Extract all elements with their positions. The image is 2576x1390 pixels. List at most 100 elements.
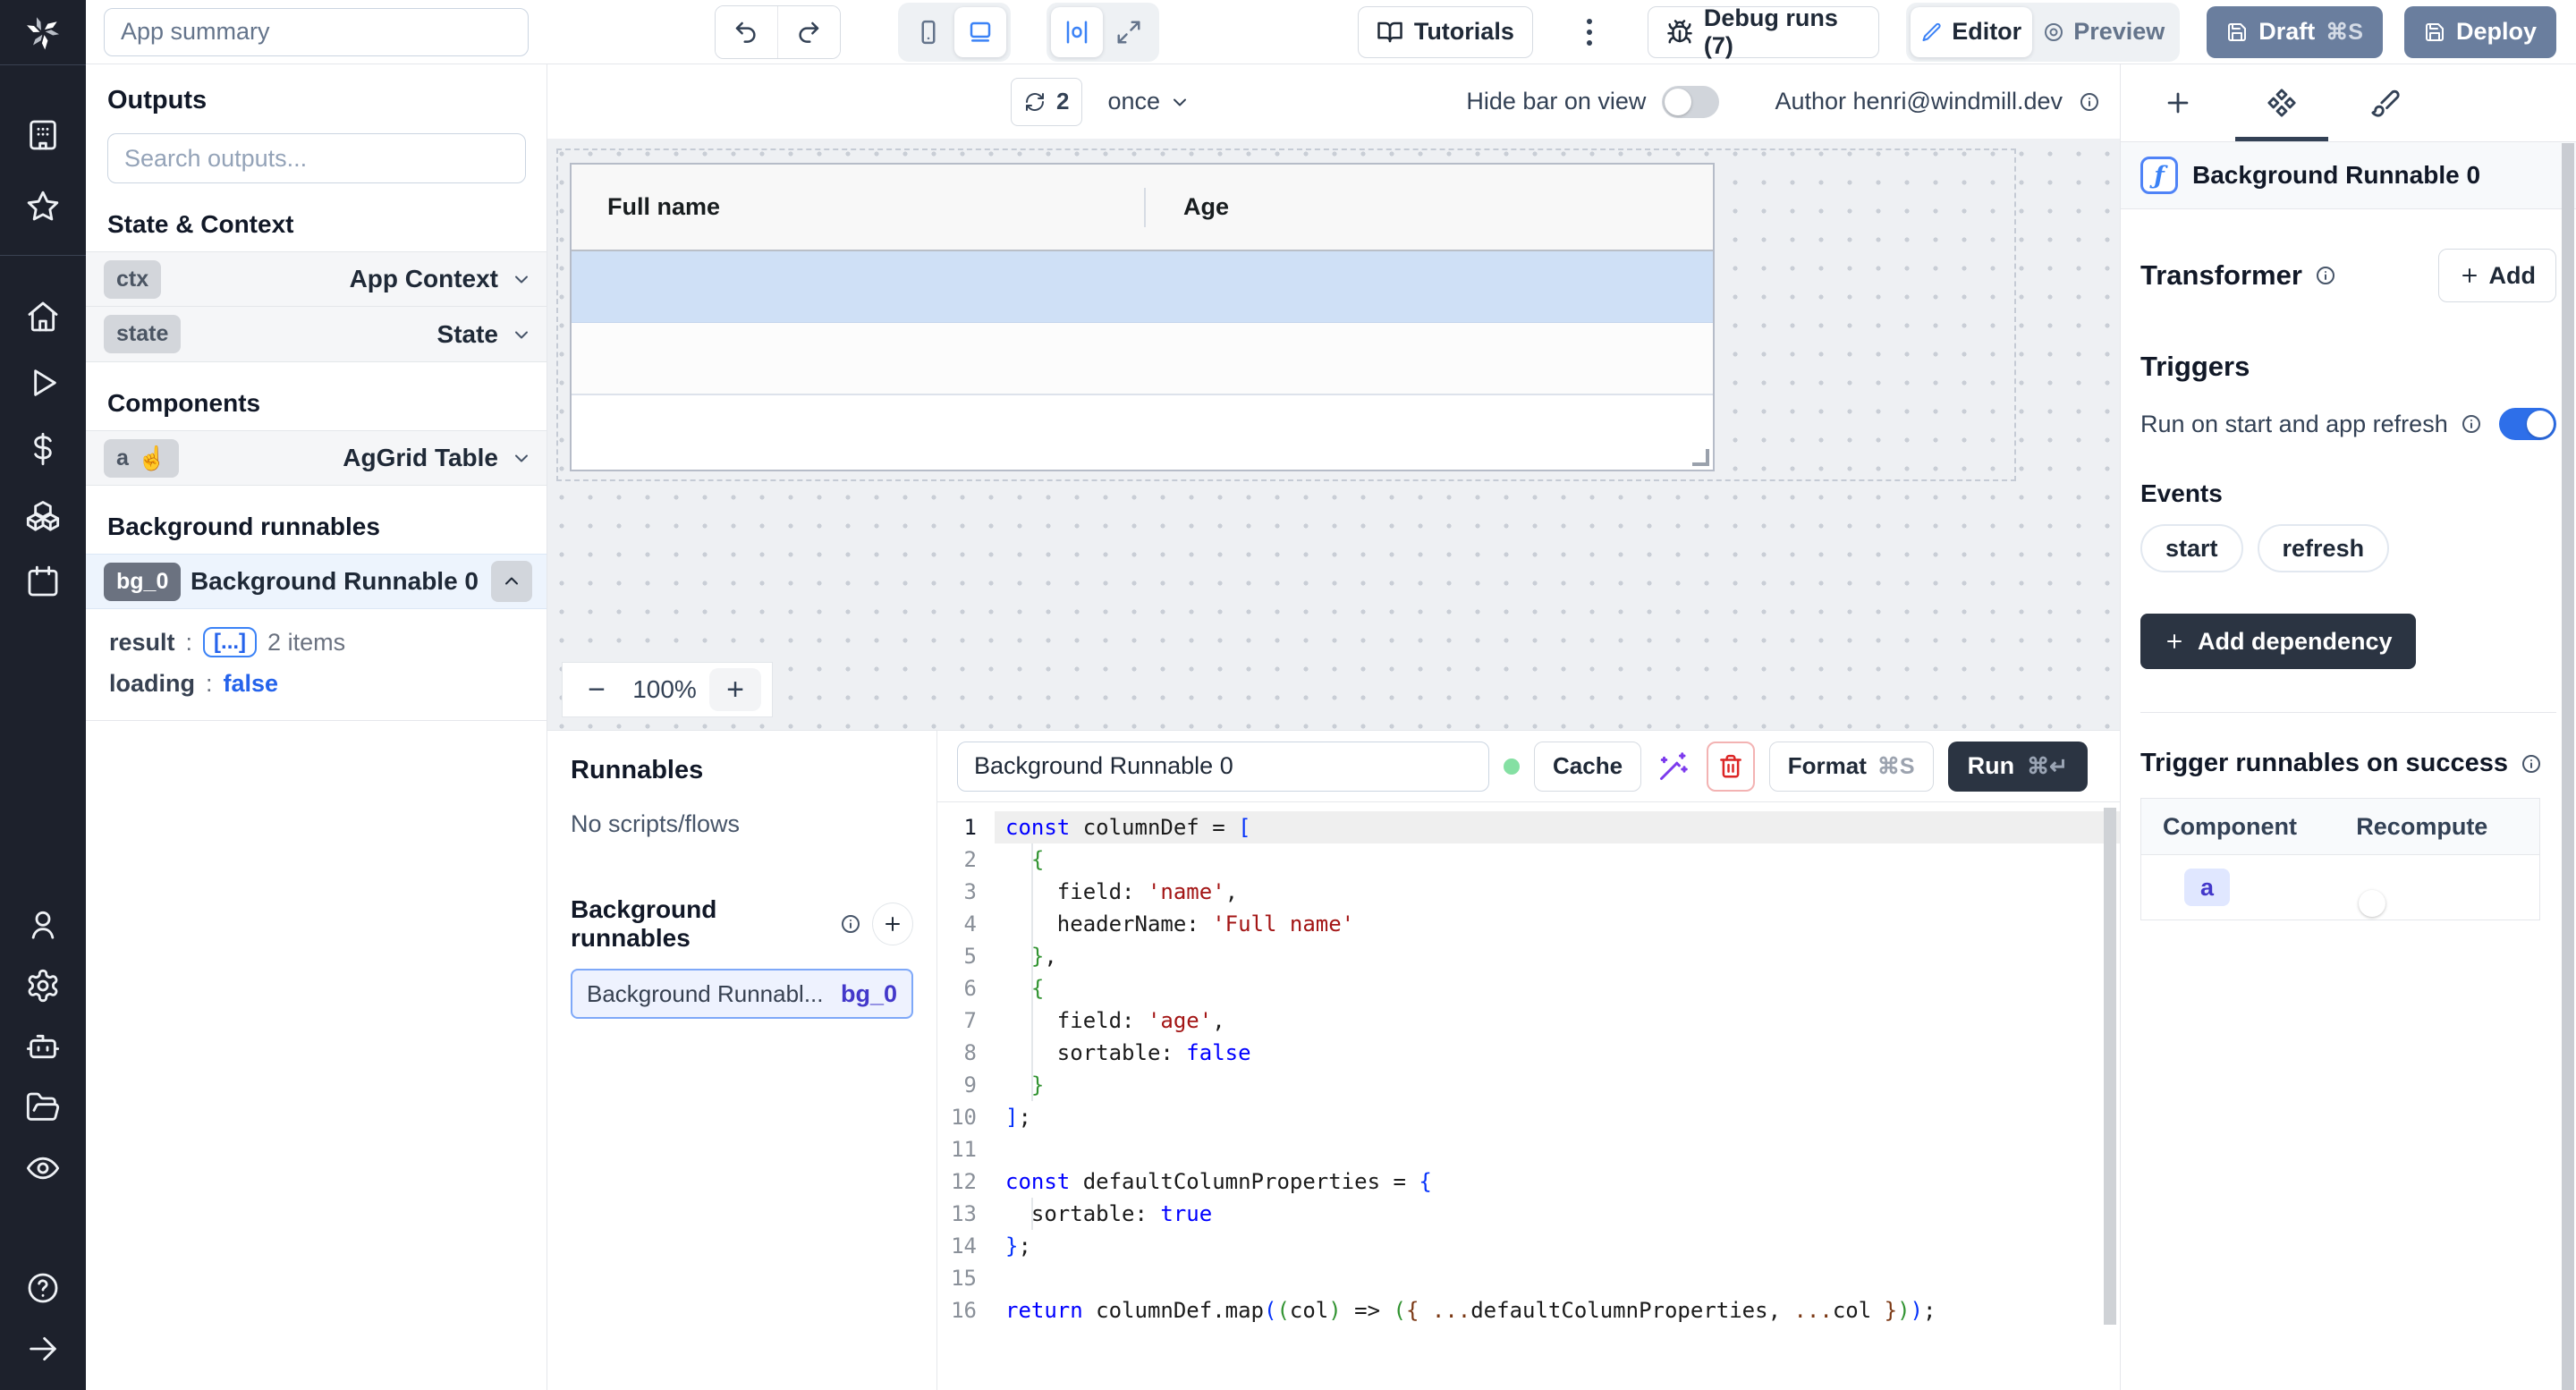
code-line[interactable] bbox=[995, 1262, 2120, 1294]
resources-cubes-icon[interactable] bbox=[18, 490, 68, 540]
output-row-component-a[interactable]: a☝ AgGrid Table bbox=[86, 430, 547, 486]
code-lines[interactable]: const columnDef = [ { field: 'name', hea… bbox=[995, 811, 2120, 1390]
code-line[interactable]: field: 'name', bbox=[995, 876, 2120, 908]
add-component-tab[interactable] bbox=[2126, 64, 2230, 141]
folders-icon[interactable] bbox=[18, 1082, 68, 1132]
code-line[interactable]: const columnDef = [ bbox=[995, 811, 2120, 843]
table-header-age[interactable]: Age bbox=[1144, 165, 1713, 250]
format-button[interactable]: Format ⌘S bbox=[1769, 742, 1934, 792]
info-icon[interactable] bbox=[2461, 413, 2482, 435]
settings-gear-icon[interactable] bbox=[18, 961, 68, 1011]
code-gutter: 12345678910111213141516 bbox=[937, 811, 995, 1390]
ai-wand-icon[interactable] bbox=[1656, 750, 1692, 783]
components-settings-tab[interactable] bbox=[2230, 64, 2334, 141]
canvas-zoom-control: − 100% + bbox=[562, 662, 773, 717]
code-line[interactable]: field: 'age', bbox=[995, 1004, 2120, 1037]
code-line[interactable]: return columnDef.map((col) => ({ ...defa… bbox=[995, 1294, 2120, 1326]
output-row-ctx[interactable]: ctx App Context bbox=[86, 251, 547, 307]
undo-button[interactable] bbox=[716, 6, 777, 58]
info-icon[interactable] bbox=[2315, 265, 2336, 286]
mobile-view-button[interactable] bbox=[902, 7, 954, 57]
centered-layout-button[interactable] bbox=[1051, 7, 1103, 57]
result-expand-pill[interactable]: [...] bbox=[203, 627, 257, 657]
code-line[interactable]: ]; bbox=[995, 1101, 2120, 1133]
run-button[interactable]: Run ⌘↵ bbox=[1948, 742, 2088, 792]
code-line[interactable]: { bbox=[995, 972, 2120, 1004]
tutorials-button[interactable]: Tutorials bbox=[1358, 6, 1533, 58]
preview-tab[interactable]: Preview bbox=[2032, 7, 2175, 57]
collapse-chevron-up-button[interactable] bbox=[491, 561, 532, 602]
code-line[interactable]: }; bbox=[995, 1230, 2120, 1262]
code-line[interactable]: }, bbox=[995, 940, 2120, 972]
code-line[interactable]: sortable: true bbox=[995, 1198, 2120, 1230]
center-column: 2 once Hide bar on view Author henri@win… bbox=[547, 64, 2120, 1390]
resize-handle[interactable] bbox=[1692, 449, 1709, 466]
deploy-button[interactable]: Deploy bbox=[2404, 6, 2556, 58]
bg0-output-values: result : [...] 2 items loading : false bbox=[86, 609, 547, 721]
table-row[interactable] bbox=[572, 323, 1713, 395]
code-line[interactable]: sortable: false bbox=[995, 1037, 2120, 1069]
home-icon[interactable] bbox=[18, 292, 68, 342]
table-header-full-name[interactable]: Full name bbox=[572, 165, 1144, 250]
styling-tab[interactable] bbox=[2334, 64, 2437, 141]
background-runnable-item[interactable]: Background Runnabl... bg_0 bbox=[571, 969, 913, 1019]
draft-button[interactable]: Draft ⌘S bbox=[2207, 6, 2383, 58]
table-row[interactable] bbox=[572, 251, 1713, 323]
collapse-sidebar-arrow-icon[interactable] bbox=[18, 1324, 68, 1374]
hide-bar-toggle[interactable] bbox=[1662, 86, 1719, 118]
code-line[interactable]: { bbox=[995, 843, 2120, 876]
code-line[interactable]: } bbox=[995, 1069, 2120, 1101]
draft-shortcut: ⌘S bbox=[2326, 19, 2363, 46]
workspace-building-icon[interactable] bbox=[18, 110, 68, 160]
kebab-menu-icon[interactable] bbox=[1580, 19, 1599, 46]
column-header-component: Component bbox=[2141, 813, 2356, 841]
code-line[interactable]: headerName: 'Full name' bbox=[995, 908, 2120, 940]
variables-dollar-icon[interactable] bbox=[18, 424, 68, 474]
add-transformer-button[interactable]: Add bbox=[2438, 249, 2556, 302]
search-outputs-input[interactable] bbox=[107, 133, 526, 183]
delete-runnable-button[interactable] bbox=[1707, 742, 1755, 792]
cache-button[interactable]: Cache bbox=[1534, 742, 1641, 792]
add-dependency-button[interactable]: Add dependency bbox=[2140, 614, 2416, 669]
zoom-out-button[interactable]: − bbox=[573, 673, 620, 708]
workers-robot-icon[interactable] bbox=[18, 1021, 68, 1072]
code-scrollbar[interactable] bbox=[2104, 808, 2116, 1325]
chevron-down-icon[interactable] bbox=[511, 447, 532, 469]
user-icon[interactable] bbox=[18, 900, 68, 950]
runnable-name-input[interactable] bbox=[957, 742, 1489, 792]
runnable-status-dot bbox=[1504, 759, 1520, 775]
frequency-dropdown[interactable]: once bbox=[1107, 88, 1191, 115]
info-icon[interactable] bbox=[2079, 91, 2100, 113]
app-canvas[interactable]: Full name Age − 100% + bbox=[547, 140, 2120, 730]
info-icon[interactable] bbox=[840, 913, 861, 935]
favorites-star-icon[interactable] bbox=[18, 182, 68, 232]
debug-runs-button[interactable]: Debug runs (7) bbox=[1648, 6, 1879, 58]
info-icon[interactable] bbox=[2521, 753, 2542, 775]
code-line[interactable] bbox=[995, 1133, 2120, 1165]
code-line[interactable]: const defaultColumnProperties = { bbox=[995, 1165, 2120, 1198]
aggrid-table-component[interactable]: Full name Age bbox=[570, 163, 1715, 471]
windmill-logo-icon[interactable] bbox=[0, 0, 86, 64]
output-row-bg0[interactable]: bg_0 Background Runnable 0 bbox=[86, 554, 547, 609]
full-width-layout-button[interactable] bbox=[1103, 7, 1155, 57]
redo-button[interactable] bbox=[777, 6, 840, 58]
chevron-down-icon[interactable] bbox=[511, 324, 532, 345]
help-icon[interactable] bbox=[18, 1263, 68, 1313]
inspector-scrollbar[interactable] bbox=[2562, 143, 2574, 1390]
add-background-runnable-button[interactable] bbox=[872, 903, 913, 945]
code-editor[interactable]: 12345678910111213141516 const columnDef … bbox=[937, 802, 2120, 1390]
audit-eye-icon[interactable] bbox=[18, 1143, 68, 1193]
run-on-start-toggle[interactable] bbox=[2499, 408, 2556, 440]
runs-play-icon[interactable] bbox=[18, 358, 68, 408]
app-summary-input[interactable] bbox=[104, 8, 529, 56]
component-a-badge[interactable]: a bbox=[2184, 869, 2230, 906]
schedules-calendar-icon[interactable] bbox=[18, 556, 68, 606]
refresh-count-button[interactable]: 2 bbox=[1011, 78, 1082, 126]
line-number: 6 bbox=[937, 972, 995, 1004]
zoom-in-button[interactable]: + bbox=[709, 668, 761, 711]
zoom-level: 100% bbox=[620, 675, 709, 704]
editor-tab[interactable]: Editor bbox=[1911, 7, 2032, 57]
output-row-state[interactable]: state State bbox=[86, 307, 547, 362]
desktop-view-button[interactable] bbox=[954, 7, 1006, 57]
chevron-down-icon[interactable] bbox=[511, 268, 532, 290]
